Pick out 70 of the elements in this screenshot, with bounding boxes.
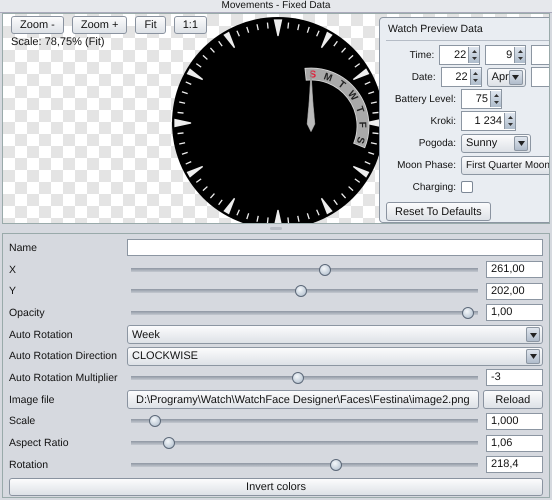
field-label: Moon Phase: bbox=[396, 160, 456, 170]
property-label: Y bbox=[9, 285, 18, 298]
field-label: Pogoda: bbox=[418, 138, 456, 148]
number-spinner[interactable]: 22 bbox=[440, 67, 482, 87]
moon-phase-dropdown[interactable]: First Quarter Moon bbox=[461, 156, 549, 174]
value-input[interactable]: 1,000 bbox=[486, 412, 543, 430]
property-label: Image file bbox=[9, 394, 56, 406]
property-label: Aspect Ratio bbox=[9, 437, 70, 450]
property-label: Auto Rotation bbox=[9, 328, 74, 341]
property-label: Auto Rotation Direction bbox=[9, 350, 118, 362]
day-label: F bbox=[356, 122, 368, 128]
slider-thumb[interactable] bbox=[319, 264, 332, 276]
spinner-arrows-icon[interactable] bbox=[470, 69, 481, 85]
value-input[interactable]: 202,00 bbox=[486, 282, 543, 300]
watch-hand bbox=[306, 70, 316, 132]
scale-label: Scale: 78,75% (Fit) bbox=[11, 36, 105, 48]
property-label: X bbox=[9, 264, 18, 276]
property-label: Scale bbox=[9, 415, 36, 428]
slider-thumb[interactable] bbox=[292, 372, 304, 384]
name-input[interactable] bbox=[127, 239, 543, 256]
property-label: Rotation bbox=[9, 458, 50, 471]
value-input[interactable]: 218,4 bbox=[486, 456, 543, 474]
value-input[interactable]: -3 bbox=[486, 369, 543, 386]
day-label: M bbox=[322, 71, 334, 84]
day-label: W bbox=[345, 88, 360, 104]
field-label: Kroki: bbox=[429, 116, 456, 126]
value-input[interactable]: 1,06 bbox=[486, 434, 543, 452]
spinner-arrows-icon[interactable] bbox=[514, 47, 526, 63]
property-label: Auto Rotation Multiplier bbox=[9, 372, 119, 384]
dropdown[interactable]: Week bbox=[127, 325, 543, 344]
spinner-arrows-icon[interactable] bbox=[504, 113, 515, 129]
day-label: S bbox=[309, 69, 316, 81]
number-spinner[interactable] bbox=[530, 67, 549, 87]
number-spinner[interactable]: 22 bbox=[439, 45, 480, 65]
zoom-button[interactable]: Fit bbox=[135, 16, 166, 34]
field-label: Battery Level: bbox=[394, 94, 456, 104]
month-dropdown[interactable]: Apr bbox=[486, 68, 526, 86]
file-path-button[interactable]: D:\Programy\Watch\WatchFace Designer\Faces\Festina\image2.png bbox=[127, 390, 479, 410]
value-input[interactable]: 261,00 bbox=[486, 261, 543, 278]
zoom-button[interactable]: Zoom + bbox=[72, 16, 128, 34]
number-spinner[interactable]: 9 bbox=[485, 45, 526, 65]
reload-button[interactable]: Reload bbox=[482, 390, 543, 410]
zoom-button[interactable]: 1:1 bbox=[174, 16, 207, 34]
reset-button[interactable]: Reset To Defaults bbox=[386, 202, 491, 221]
window-title: Movements - Fixed Data bbox=[222, 0, 330, 11]
slider-thumb[interactable] bbox=[462, 306, 474, 319]
day-label: T bbox=[353, 105, 366, 114]
field-label: Time: bbox=[408, 50, 434, 60]
number-spinner[interactable]: 1 234 bbox=[461, 111, 516, 131]
zoom-button[interactable]: Zoom - bbox=[11, 16, 64, 34]
spinner-arrows-icon[interactable] bbox=[490, 91, 501, 107]
invert-colors-button[interactable]: Invert colors bbox=[9, 478, 543, 496]
slider-thumb[interactable] bbox=[330, 458, 342, 471]
spinner-arrows-icon[interactable] bbox=[468, 47, 480, 63]
weather-dropdown[interactable]: Sunny bbox=[461, 134, 531, 152]
day-label: S bbox=[354, 135, 366, 145]
slider-thumb[interactable] bbox=[295, 285, 308, 298]
number-spinner[interactable] bbox=[531, 45, 549, 65]
day-label: T bbox=[336, 78, 348, 92]
number-spinner[interactable]: 75 bbox=[461, 89, 502, 109]
dropdown[interactable]: CLOCKWISE bbox=[127, 346, 543, 366]
property-label: Opacity bbox=[9, 306, 46, 319]
checkbox[interactable] bbox=[461, 181, 473, 193]
field-label: Charging: bbox=[412, 182, 456, 192]
value-input[interactable]: 1,00 bbox=[486, 304, 543, 322]
slider-thumb[interactable] bbox=[163, 437, 176, 450]
panel-title: Watch Preview Data bbox=[387, 22, 484, 37]
property-label: Name bbox=[9, 242, 38, 254]
field-label: Date: bbox=[410, 72, 436, 82]
slider-thumb[interactable] bbox=[149, 415, 162, 428]
